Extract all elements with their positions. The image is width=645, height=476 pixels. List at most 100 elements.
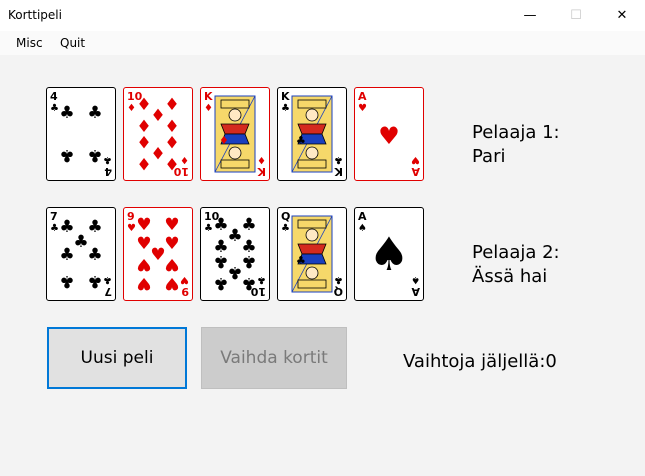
p1-card-3-face: K♦K♦♦ xyxy=(204,90,266,178)
hearts-icon: ♥ xyxy=(378,122,400,150)
svg-text:♠: ♠ xyxy=(411,274,420,285)
clubs-pip-icon: ♣ xyxy=(241,251,256,271)
clubs-pip-icon: ♣ xyxy=(59,145,74,165)
p2-card-4-rank: Q xyxy=(281,210,290,223)
maximize-button[interactable]: ☐ xyxy=(553,0,599,31)
diamonds-icon: ♦ xyxy=(127,103,136,114)
clubs-pip-icon: ♣ xyxy=(73,232,88,252)
svg-text:♣: ♣ xyxy=(334,154,343,165)
clubs-pip-icon: ♣ xyxy=(87,271,102,291)
menu-misc[interactable]: Misc xyxy=(16,36,43,50)
player1-label: Pelaaja 1: xyxy=(472,122,560,143)
p2-card-1-face: 7♣7♣♣ ♣♣♣ ♣♣ ♣ xyxy=(50,210,112,298)
p2-card-3-face: 10♣10♣♣ ♣♣♣ ♣♣ ♣♣♣ ♣ xyxy=(204,210,266,298)
hearts-pip-icon: ♥ xyxy=(164,234,179,254)
p2-card-5[interactable]: A ♠ A ♠ ♠ xyxy=(354,207,424,301)
hearts-pip-icon: ♥ xyxy=(150,245,165,265)
p2-card-4-face: Q♣Q♣♣ xyxy=(281,210,343,298)
clubs-icon: ♣ xyxy=(50,223,59,234)
p1-card-2-face: 10♦10♦♦ ♦♦♦ ♦♦ ♦♦♦ ♦ xyxy=(127,90,189,178)
svg-text:♦: ♦ xyxy=(180,154,189,165)
clubs-pip-icon: ♣ xyxy=(241,215,256,235)
hearts-pip-icon: ♥ xyxy=(164,273,179,293)
clubs-pip-icon: ♣ xyxy=(241,273,256,293)
close-button[interactable]: ✕ xyxy=(599,0,645,31)
hearts-pip-icon: ♥ xyxy=(136,254,151,274)
clubs-icon: ♣ xyxy=(281,103,290,114)
clubs-icon: ♣ xyxy=(281,223,290,234)
player1-hand: Pari xyxy=(472,146,506,167)
svg-text:♣: ♣ xyxy=(334,274,343,285)
clubs-pip-icon: ♣ xyxy=(87,103,102,123)
clubs-pip-icon: ♣ xyxy=(59,245,74,265)
svg-text:♣: ♣ xyxy=(103,274,112,285)
hearts-pip-icon: ♥ xyxy=(164,215,179,235)
clubs-icon: ♣ xyxy=(296,134,306,147)
p2-card-3[interactable]: 10 ♣ 10 ♣ ♣ ♣ ♣ ♣ ♣ ♣ ♣ ♣ ♣ ♣ xyxy=(200,207,270,301)
menu-quit[interactable]: Quit xyxy=(60,36,85,50)
p1-card-1-face: 4♣4♣♣ ♣♣ ♣ xyxy=(50,90,112,178)
clubs-pip-icon: ♣ xyxy=(227,226,242,246)
p1-card-4-face: K♣K♣♣ xyxy=(281,90,343,178)
clubs-pip-icon: ♣ xyxy=(87,217,102,237)
clubs-pip-icon: ♣ xyxy=(213,273,228,293)
p1-card-3[interactable]: K ♦ K ♦ ♦ xyxy=(200,87,270,181)
p1-card-2[interactable]: 10 ♦ 10 ♦ ♦ ♦ ♦ ♦ ♦ ♦ ♦ ♦ ♦ ♦ xyxy=(123,87,193,181)
p1-card-1[interactable]: 4 ♣ 4 ♣ ♣ ♣ ♣ ♣ xyxy=(46,87,116,181)
spades-icon: ♠ xyxy=(368,227,409,281)
clubs-pip-icon: ♣ xyxy=(227,262,242,282)
svg-text:9: 9 xyxy=(181,285,189,298)
svg-text:A: A xyxy=(411,165,420,178)
hearts-pip-icon: ♥ xyxy=(136,234,151,254)
diamonds-pip-icon: ♦ xyxy=(136,95,151,115)
p2-card-2-face: 9♥9♥♥ ♥♥ ♥♥♥ ♥♥ ♥ xyxy=(127,210,189,298)
clubs-pip-icon: ♣ xyxy=(87,145,102,165)
hearts-icon: ♥ xyxy=(358,103,367,114)
clubs-icon: ♣ xyxy=(204,223,213,234)
p2-card-1[interactable]: 7 ♣ 7 ♣ ♣ ♣ ♣ ♣ ♣ ♣ ♣ xyxy=(46,207,116,301)
new-game-button[interactable]: Uusi peli xyxy=(47,327,187,389)
title-bar[interactable]: Korttipeli — ☐ ✕ xyxy=(0,0,645,31)
diamonds-pip-icon: ♦ xyxy=(164,95,179,115)
svg-text:♥: ♥ xyxy=(411,154,420,165)
svg-text:A: A xyxy=(411,285,420,298)
clubs-pip-icon: ♣ xyxy=(213,215,228,235)
clubs-pip-icon: ♣ xyxy=(59,217,74,237)
diamonds-icon: ♦ xyxy=(204,103,213,114)
clubs-pip-icon: ♣ xyxy=(59,271,74,291)
menu-bar: Misc Quit xyxy=(0,31,645,55)
diamonds-pip-icon: ♦ xyxy=(164,131,179,151)
diamonds-pip-icon: ♦ xyxy=(150,106,165,126)
clubs-icon: ♣ xyxy=(296,254,306,267)
p2-card-1-rank: 7 xyxy=(50,210,58,223)
p2-card-2[interactable]: 9 ♥ 9 ♥ ♥ ♥ ♥ ♥ ♥ ♥ ♥ ♥ ♥ xyxy=(123,207,193,301)
player2-label: Pelaaja 2: xyxy=(472,242,560,263)
swap-cards-button[interactable]: Vaihda kortit xyxy=(201,327,347,389)
hearts-pip-icon: ♥ xyxy=(164,254,179,274)
svg-text:♣: ♣ xyxy=(103,154,112,165)
p1-card-5[interactable]: A ♥ A ♥ ♥ xyxy=(354,87,424,181)
p1-card-5-rank: A xyxy=(358,90,367,103)
minimize-button[interactable]: — xyxy=(507,0,553,31)
spades-icon: ♠ xyxy=(358,223,367,234)
svg-text:4: 4 xyxy=(104,165,112,178)
hearts-pip-icon: ♥ xyxy=(136,215,151,235)
p2-card-4[interactable]: Q ♣ Q ♣ ♣ xyxy=(277,207,347,301)
p2-card-5-face: A♠A♠♠ xyxy=(358,210,420,298)
diamonds-pip-icon: ♦ xyxy=(150,142,165,162)
p1-card-4-rank: K xyxy=(281,90,290,103)
diamonds-pip-icon: ♦ xyxy=(164,153,179,173)
p2-card-5-rank: A xyxy=(358,210,367,223)
hearts-pip-icon: ♥ xyxy=(136,273,151,293)
swaps-left: Vaihtoja jäljellä:0 xyxy=(403,351,557,372)
p2-card-2-rank: 9 xyxy=(127,210,135,223)
hearts-icon: ♥ xyxy=(127,223,136,234)
svg-text:♣: ♣ xyxy=(257,274,266,285)
clubs-icon: ♣ xyxy=(50,103,59,114)
p1-card-4[interactable]: K ♣ K ♣ ♣ xyxy=(277,87,347,181)
svg-text:K: K xyxy=(334,165,343,178)
clubs-pip-icon: ♣ xyxy=(213,251,228,271)
svg-text:Q: Q xyxy=(334,285,343,298)
svg-text:K: K xyxy=(257,165,266,178)
diamonds-icon: ♦ xyxy=(219,134,229,147)
